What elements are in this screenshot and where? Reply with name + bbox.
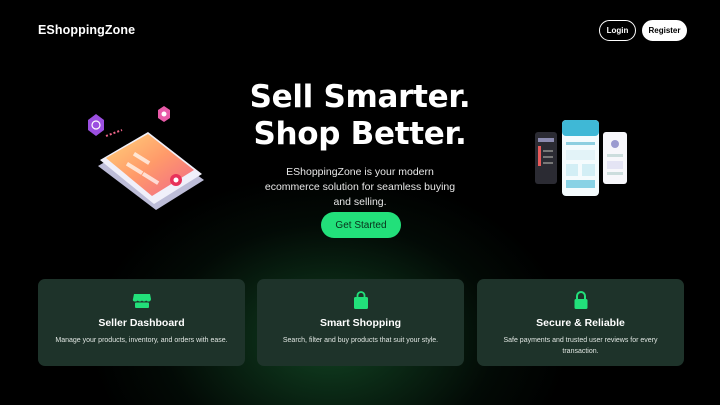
lock-icon xyxy=(574,291,588,309)
shopping-bag-icon xyxy=(354,291,368,309)
brand-logo[interactable]: EShoppingZone xyxy=(38,23,135,37)
feature-description: Manage your products, inventory, and ord… xyxy=(55,337,228,344)
register-button[interactable]: Register xyxy=(642,20,687,41)
feature-title: Smart Shopping xyxy=(319,317,402,329)
feature-description: Safe payments and trusted user reviews f… xyxy=(503,337,658,355)
feature-title: Seller Dashboard xyxy=(98,317,185,329)
feature-title: Secure & Reliable xyxy=(536,317,625,329)
hero-subtitle: EShoppingZone is your modern ecommerce s… xyxy=(264,166,456,208)
feature-card-smart-shopping: Smart Shopping Search, filter and buy pr… xyxy=(257,279,464,366)
login-button[interactable]: Login xyxy=(599,20,636,41)
feature-description: Search, filter and buy products that sui… xyxy=(282,337,439,344)
hero-title-line2: Shop Better. xyxy=(253,116,467,152)
hero-title-line1: Sell Smarter. xyxy=(249,79,471,115)
feature-card-secure-reliable: Secure & Reliable Safe payments and trus… xyxy=(477,279,684,366)
store-icon xyxy=(132,294,151,308)
get-started-button[interactable]: Get Started xyxy=(321,212,401,238)
feature-card-seller-dashboard: Seller Dashboard Manage your products, i… xyxy=(38,279,245,366)
